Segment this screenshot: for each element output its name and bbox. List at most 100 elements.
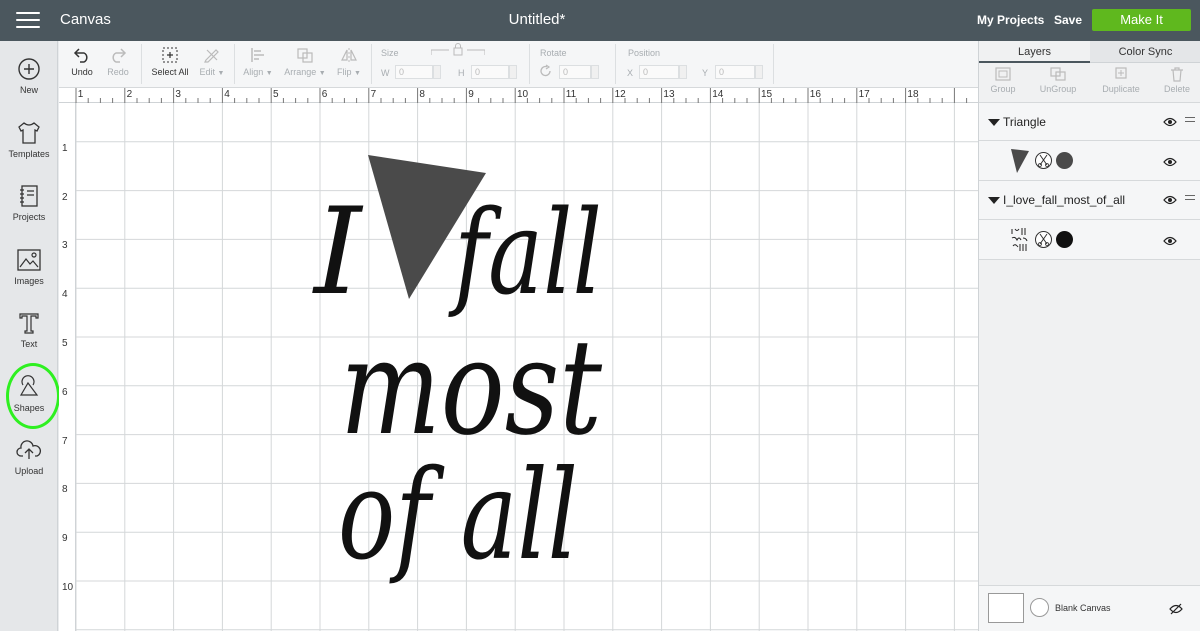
eye-hidden-icon[interactable] — [1169, 603, 1183, 615]
rotate-icon — [540, 64, 551, 77]
undo-arrow-icon — [73, 48, 88, 63]
cut-scissors-icon[interactable] — [1035, 152, 1052, 169]
sidebar-item-images[interactable]: Images — [0, 248, 58, 286]
ruler-top-number: 6 — [321, 89, 328, 100]
tab-layers[interactable]: Layers — [979, 41, 1090, 63]
layer-group-name: Triangle — [1003, 115, 1046, 129]
ruler-left-number: 8 — [62, 484, 68, 496]
x-position-stepper[interactable] — [679, 65, 687, 79]
rotate-stepper[interactable] — [591, 65, 599, 79]
tshirt-icon — [18, 122, 40, 144]
redo-button[interactable]: Redo — [105, 47, 131, 77]
redo-label: Redo — [107, 67, 129, 77]
y-position-input[interactable]: 0 — [715, 65, 755, 79]
design-text-fall[interactable]: fall — [448, 186, 602, 321]
caret-down-icon[interactable] — [988, 197, 1000, 204]
toolbar-divider — [371, 44, 372, 84]
caret-down-icon[interactable] — [988, 119, 1000, 126]
rotate-input[interactable]: 0 — [559, 65, 591, 79]
tab-color-sync[interactable]: Color Sync — [1090, 41, 1200, 63]
ruler-top-number: 10 — [517, 89, 529, 100]
ruler-left-number: 10 — [62, 582, 74, 593]
height-stepper[interactable] — [509, 65, 517, 79]
edit-button[interactable]: Edit ▼ — [199, 47, 225, 77]
sidebar-item-templates[interactable]: Templates — [0, 121, 58, 159]
drag-handle-icon[interactable] — [1185, 195, 1195, 203]
width-stepper[interactable] — [433, 65, 441, 79]
arrange-button[interactable]: Arrange ▼ — [283, 47, 327, 77]
rotate-label: Rotate — [540, 48, 567, 58]
sidebar-item-label: Templates — [8, 149, 50, 159]
ruler-left-number: 9 — [62, 533, 68, 545]
delete-label: Delete — [1163, 84, 1190, 94]
sidebar-item-upload[interactable]: Upload — [0, 438, 58, 476]
ruler-top-number: 5 — [273, 89, 279, 100]
ruler-left-number: 4 — [62, 289, 68, 301]
layer-group-i-love-fall[interactable]: I_love_fall_most_of_all — [979, 181, 1200, 220]
sidebar-item-text[interactable]: Text — [0, 311, 58, 349]
layer-item-i-love-fall[interactable] — [979, 220, 1200, 260]
blank-canvas-swatch[interactable] — [988, 593, 1024, 623]
document-title: Untitled* — [508, 11, 566, 28]
align-button[interactable]: Align ▼ — [241, 47, 275, 77]
size-label: Size — [381, 48, 399, 58]
make-it-button[interactable]: Make It — [1092, 9, 1191, 31]
ruler-top-number: 18 — [907, 89, 919, 100]
my-projects-link[interactable]: My Projects — [977, 13, 1044, 27]
duplicate-button[interactable]: Duplicate — [1097, 66, 1145, 94]
save-button[interactable]: Save — [1054, 13, 1082, 27]
toolbar-divider — [234, 44, 235, 84]
width-label: W — [381, 68, 390, 78]
arrange-label: Arrange — [284, 67, 317, 77]
sidebar-item-label: New — [19, 85, 38, 95]
y-position-stepper[interactable] — [755, 65, 763, 79]
text-t-icon — [19, 313, 39, 334]
flip-button[interactable]: Flip ▼ — [335, 47, 363, 77]
duplicate-label: Duplicate — [1102, 84, 1140, 94]
duplicate-icon — [1115, 67, 1127, 79]
triangle-thumbnail-icon — [1011, 149, 1029, 173]
design-text-i[interactable]: I — [312, 183, 364, 322]
cut-scissors-icon[interactable] — [1035, 231, 1052, 248]
layer-group-triangle[interactable]: Triangle — [979, 102, 1200, 141]
group-button[interactable]: Group — [985, 66, 1021, 94]
drag-handle-icon[interactable] — [1185, 117, 1195, 125]
eye-icon[interactable] — [1163, 117, 1177, 127]
group-icon — [995, 67, 1011, 81]
select-all-button[interactable]: Select All — [149, 47, 191, 77]
ruler-top-number: 8 — [419, 89, 425, 100]
layer-color-swatch[interactable] — [1056, 152, 1073, 169]
image-icon — [17, 249, 41, 271]
design-artwork[interactable]: I fall most of all — [76, 103, 978, 631]
align-icon — [251, 48, 264, 62]
height-input[interactable]: 0 — [471, 65, 509, 79]
blank-canvas-color-circle[interactable] — [1030, 598, 1049, 617]
width-input[interactable]: 0 — [395, 65, 433, 79]
undo-button[interactable]: Undo — [70, 47, 94, 77]
lock-icon — [431, 43, 485, 56]
sidebar-item-label: Projects — [12, 212, 46, 222]
sidebar-item-projects[interactable]: Projects — [0, 184, 58, 222]
eye-icon[interactable] — [1163, 236, 1177, 246]
toolbar-divider — [529, 44, 530, 84]
sidebar-item-new[interactable]: New — [0, 57, 58, 95]
sidebar-item-label: Images — [14, 276, 44, 286]
delete-button[interactable]: Delete — [1159, 66, 1195, 94]
trash-icon — [1171, 67, 1183, 82]
eye-icon[interactable] — [1163, 195, 1177, 205]
design-canvas[interactable]: I fall most of all — [76, 103, 978, 631]
ungroup-button[interactable]: UnGroup — [1035, 66, 1081, 94]
layer-color-swatch[interactable] — [1056, 231, 1073, 248]
design-text-most[interactable]: most — [340, 311, 603, 465]
arrange-icon — [297, 48, 313, 63]
shapes-highlight-ring — [6, 363, 60, 429]
blank-canvas-row[interactable]: Blank Canvas — [979, 585, 1200, 631]
align-label: Align — [243, 67, 264, 77]
ruler-left-number: 1 — [62, 142, 68, 154]
design-text-of-all[interactable]: of all — [338, 444, 578, 588]
x-label: X — [627, 68, 634, 78]
blank-canvas-label: Blank Canvas — [1055, 603, 1111, 613]
x-position-input[interactable]: 0 — [639, 65, 679, 79]
layer-item-triangle[interactable] — [979, 141, 1200, 181]
eye-icon[interactable] — [1163, 157, 1177, 167]
